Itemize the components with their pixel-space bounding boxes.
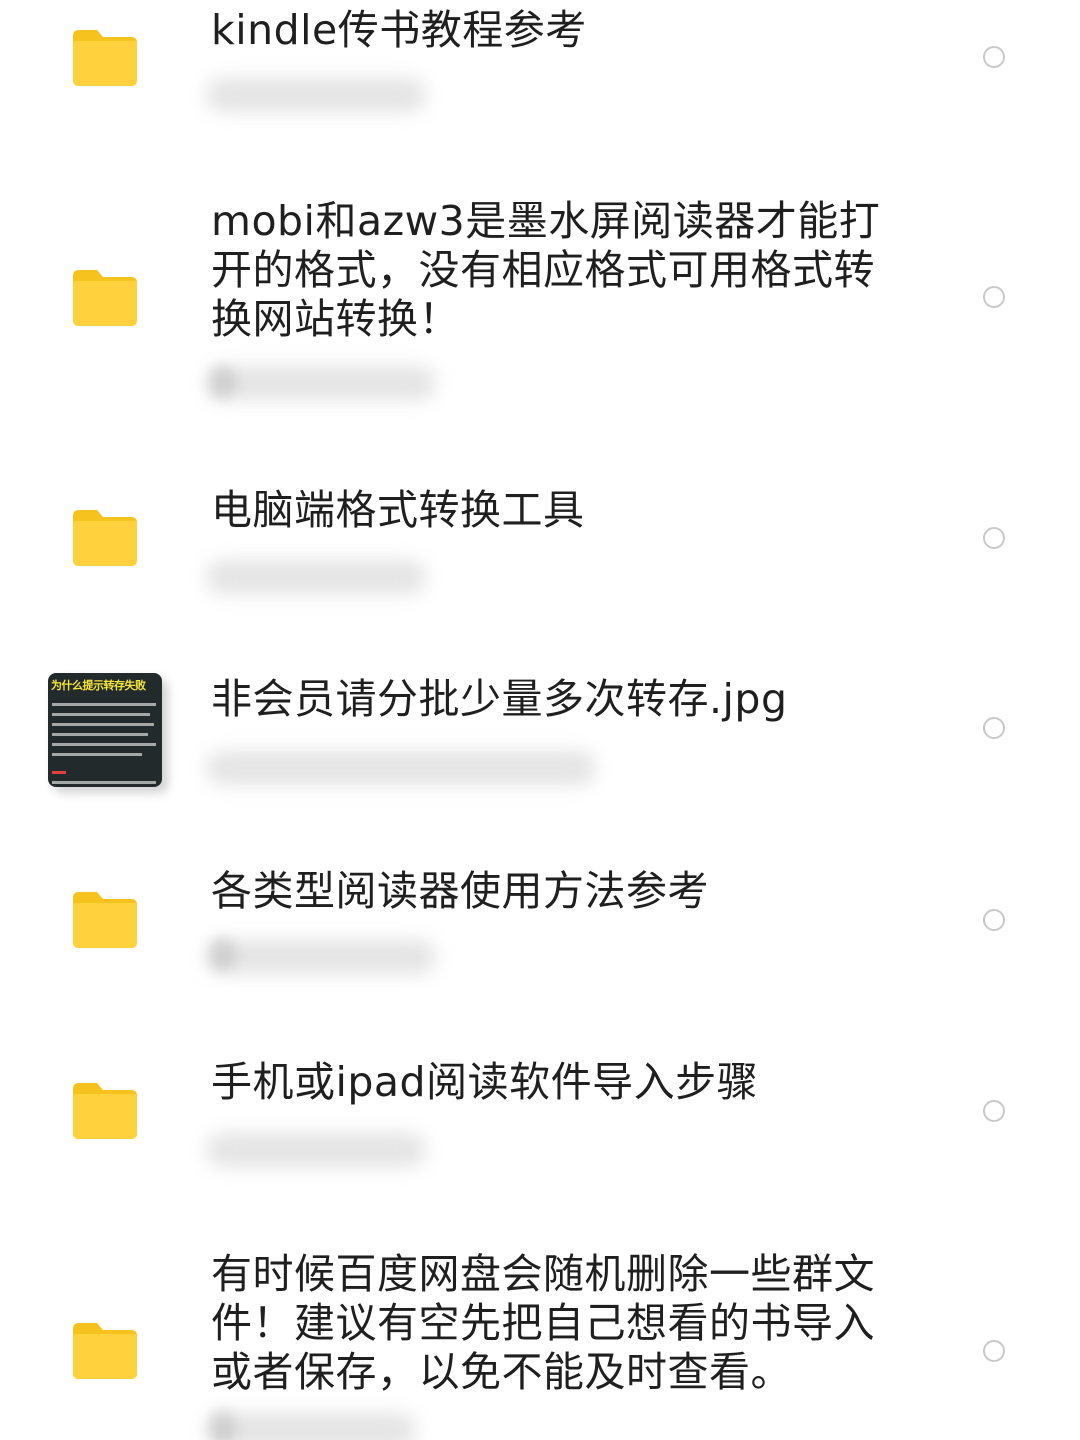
folder-icon [73, 1323, 137, 1379]
radio-circle-icon[interactable] [983, 717, 1005, 739]
folder-icon [73, 510, 137, 566]
file-meta-blurred [206, 1413, 416, 1440]
list-item[interactable]: kindle传书教程参考 [0, 0, 1080, 160]
folder-icon [73, 1083, 137, 1139]
file-meta-blurred [206, 1133, 426, 1167]
thumbnail-red-mark [52, 771, 66, 774]
file-meta-blurred [206, 751, 596, 785]
list-item[interactable]: 手机或ipad阅读软件导入步骤 [0, 1055, 1080, 1195]
image-thumbnail: 为什么提示转存失败 [48, 673, 162, 787]
radio-circle-icon[interactable] [983, 527, 1005, 549]
file-name: 各类型阅读器使用方法参考 [211, 867, 709, 915]
radio-circle-icon[interactable] [983, 1100, 1005, 1122]
thumbnail-line [52, 703, 156, 706]
radio-circle-icon[interactable] [983, 286, 1005, 308]
file-list: kindle传书教程参考 mobi和azw3是墨水屏阅读器才能打开的格式，没有相… [0, 0, 1080, 1440]
list-item[interactable]: 为什么提示转存失败 非会员请分批少量多次转存.jpg [0, 665, 1080, 805]
thumbnail-line [52, 723, 154, 726]
file-meta: 0 [211, 1408, 234, 1440]
list-item[interactable]: 电脑端格式转换工具 [0, 480, 1080, 620]
radio-circle-icon[interactable] [983, 1340, 1005, 1362]
file-name: 手机或ipad阅读软件导入步骤 [211, 1058, 759, 1106]
file-name: 电脑端格式转换工具 [211, 486, 585, 534]
file-name: kindle传书教程参考 [211, 6, 587, 54]
file-meta-blurred [206, 366, 436, 400]
file-name: 非会员请分批少量多次转存.jpg [211, 675, 788, 723]
list-item[interactable]: 有时候百度网盘会随机删除一些群文件！建议有空先把自己想看的书导入或者保存，以免不… [0, 1245, 1080, 1440]
folder-icon [73, 892, 137, 948]
file-meta: 0 [211, 363, 234, 404]
list-item[interactable]: 各类型阅读器使用方法参考 0 [0, 860, 1080, 1000]
file-name: 有时候百度网盘会随机删除一些群文件！建议有空先把自己想看的书导入或者保存，以免不… [211, 1250, 875, 1396]
thumbnail-line [52, 753, 142, 756]
file-name: mobi和azw3是墨水屏阅读器才能打开的格式，没有相应格式可用格式转换网站转换… [211, 197, 881, 343]
thumbnail-line [52, 733, 148, 736]
folder-icon [73, 30, 137, 86]
radio-circle-icon[interactable] [983, 46, 1005, 68]
file-meta-blurred [206, 560, 426, 594]
file-meta: 0 [211, 935, 234, 976]
thumbnail-caption: 为什么提示转存失败 [51, 679, 146, 692]
list-item[interactable]: mobi和azw3是墨水屏阅读器才能打开的格式，没有相应格式可用格式转换网站转换… [0, 190, 1080, 440]
file-meta-blurred [206, 78, 426, 112]
thumbnail-line [52, 781, 156, 784]
folder-icon [73, 270, 137, 326]
file-meta-blurred [206, 940, 436, 974]
thumbnail-line [52, 743, 156, 746]
radio-circle-icon[interactable] [983, 909, 1005, 931]
thumbnail-line [52, 713, 150, 716]
